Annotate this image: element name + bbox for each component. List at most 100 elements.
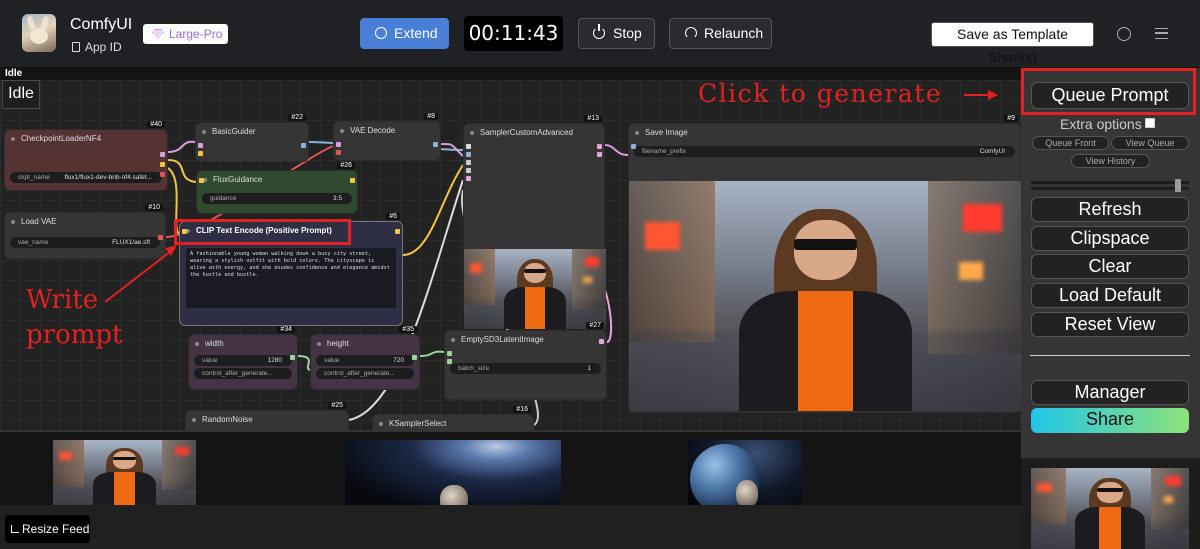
session-timer: 00:11:43 [464,16,563,51]
queue-front-button[interactable]: Queue Front [1032,136,1109,150]
node-id: #27 [586,322,604,329]
plan-badge-label: Large-Pro [169,27,223,41]
node-basic-guider[interactable]: #22 BasicGuider [195,114,309,162]
node-canvas[interactable]: #40 CheckpointLoaderNF4 ckpt_name flux1/f… [0,80,1021,430]
guidance-widget[interactable]: guidance 3.5 [202,193,352,204]
filename-prefix-widget[interactable]: filename_prefix ComfyUI [634,146,1015,157]
node-id: #13 [584,115,602,122]
stop-button[interactable]: Stop [578,18,655,49]
prompt-textarea[interactable]: A fashionable young woman walking down a… [186,248,396,308]
batch-size-widget[interactable]: batch_size 1 [450,363,601,374]
node-id: #6 [386,213,400,220]
height-control-widget[interactable]: control_after_generate... [316,368,414,379]
widget-label: value [202,357,218,364]
width-control-widget[interactable]: control_after_generate... [194,368,292,379]
slider-2[interactable] [1031,185,1189,192]
node-checkpoint-loader[interactable]: #40 CheckpointLoaderNF4 ckpt_name flux1/f… [4,121,168,191]
node-title: VAE Decode [334,122,440,140]
feed-image-3[interactable] [688,440,802,505]
status-text-small: Idle [5,68,23,79]
node-save-image[interactable]: #9 Save Image filename_prefix ComfyUI [628,115,1021,413]
app-name: ComfyUI [70,16,133,33]
node-id: #9 [1004,115,1018,122]
document-icon [72,42,80,52]
node-width[interactable]: #34 width value 1280 control_after_genera… [188,326,298,390]
node-title: width [189,335,297,353]
node-id: #22 [288,114,306,121]
app-id-label: App ID [85,40,122,54]
annotation-arrow-generate [964,90,998,100]
highlight-clip-title [174,219,351,245]
width-value-widget[interactable]: value 1280 [194,355,292,366]
height-value-widget[interactable]: value 720 [316,355,414,366]
clock-icon [375,27,387,39]
node-title: height [311,335,419,353]
node-id: #10 [145,204,163,211]
feed-image-2[interactable] [345,440,561,505]
widget-label: batch_size [458,365,490,372]
resize-feed-label: Resize Feed [22,522,90,536]
widget-label: control_after_generate... [202,370,273,377]
app-id[interactable]: App ID [72,40,122,54]
widget-value: 3.5 [332,195,342,202]
node-id: #26 [337,162,355,169]
node-title: Load VAE [5,213,165,231]
node-id: #16 [513,406,531,413]
save-image-output[interactable] [629,181,1021,411]
widget-label: vae_name [18,239,49,246]
annotation-write: Write [26,285,99,315]
widget-value: flux1/flux1-dev-bnb-nf4.safet... [64,174,152,181]
widget-label: ckpt_name [18,174,50,181]
top-bar: ComfyUI App ID Large-Pro Extend 00:11:43… [0,0,1200,68]
clear-button[interactable]: Clear [1031,254,1189,279]
node-height[interactable]: #35 height value 720 control_after_genera… [310,326,420,390]
node-title: RandomNoise [186,411,348,429]
node-sampler-custom-advanced[interactable]: #13 SamplerCustomAdvanced [463,115,606,329]
clipspace-button[interactable]: Clipspace [1031,226,1189,251]
relaunch-label: Relaunch [704,25,764,41]
side-thumbnail-image[interactable] [1031,468,1189,549]
node-random-noise[interactable]: #25 RandomNoise [185,402,349,430]
share-button[interactable]: Share [1031,408,1189,433]
extend-button[interactable]: Extend [360,18,449,49]
reset-view-button[interactable]: Reset View [1031,312,1189,337]
extra-options-checkbox[interactable] [1144,118,1155,128]
node-empty-sd3-latent[interactable]: #27 EmptySD3LatentImage batch_size 1 [444,322,607,400]
image-feed[interactable] [0,430,1021,505]
node-title: KSamplerSelect [373,415,533,430]
status-indicator: Idle [2,80,40,109]
widget-value: ComfyUI [979,148,1005,155]
resize-icon [11,525,19,533]
slider-1[interactable] [1031,179,1189,186]
save-template-button[interactable]: Save as Template Sharing [931,22,1094,65]
whatsapp-icon[interactable] [1117,27,1131,41]
view-history-button[interactable]: View History [1071,154,1150,168]
node-flux-guidance[interactable]: #26 FluxGuidance guidance 3.5 [196,162,358,214]
refresh-button[interactable]: Refresh [1031,197,1189,222]
plan-badge: Large-Pro [143,24,228,44]
annotation-arrow-write [104,245,177,303]
gem-icon [152,29,164,39]
view-queue-button[interactable]: View Queue [1111,136,1189,150]
load-default-button[interactable]: Load Default [1031,283,1189,308]
node-ksampler-select[interactable]: #16 KSamplerSelect [372,406,534,430]
widget-value: 720 [393,357,404,364]
menu-icon[interactable] [1155,28,1168,39]
ckpt-name-widget[interactable]: ckpt_name flux1/flux1-dev-bnb-nf4.safet..… [10,172,162,183]
node-title: CheckpointLoaderNF4 [5,130,167,148]
node-vae-decode[interactable]: #8 VAE Decode [333,113,441,161]
node-title: Save Image [629,124,1020,142]
widget-label: guidance [210,195,237,202]
widget-label: control_after_generate... [324,370,395,377]
extra-options-label: Extra options [1060,116,1142,132]
manager-button[interactable]: Manager [1031,380,1189,405]
highlight-queue-prompt [1021,68,1196,115]
extra-options-toggle[interactable]: Extra options [1060,116,1155,132]
feed-image-1[interactable] [53,440,196,505]
node-id: #34 [277,326,295,333]
annotation-generate: Click to generate [698,79,943,108]
relaunch-button[interactable]: Relaunch [669,18,772,49]
resize-feed-button[interactable]: Resize Feed [5,515,90,543]
node-id: #25 [328,402,346,409]
node-title: SamplerCustomAdvanced [464,124,604,142]
